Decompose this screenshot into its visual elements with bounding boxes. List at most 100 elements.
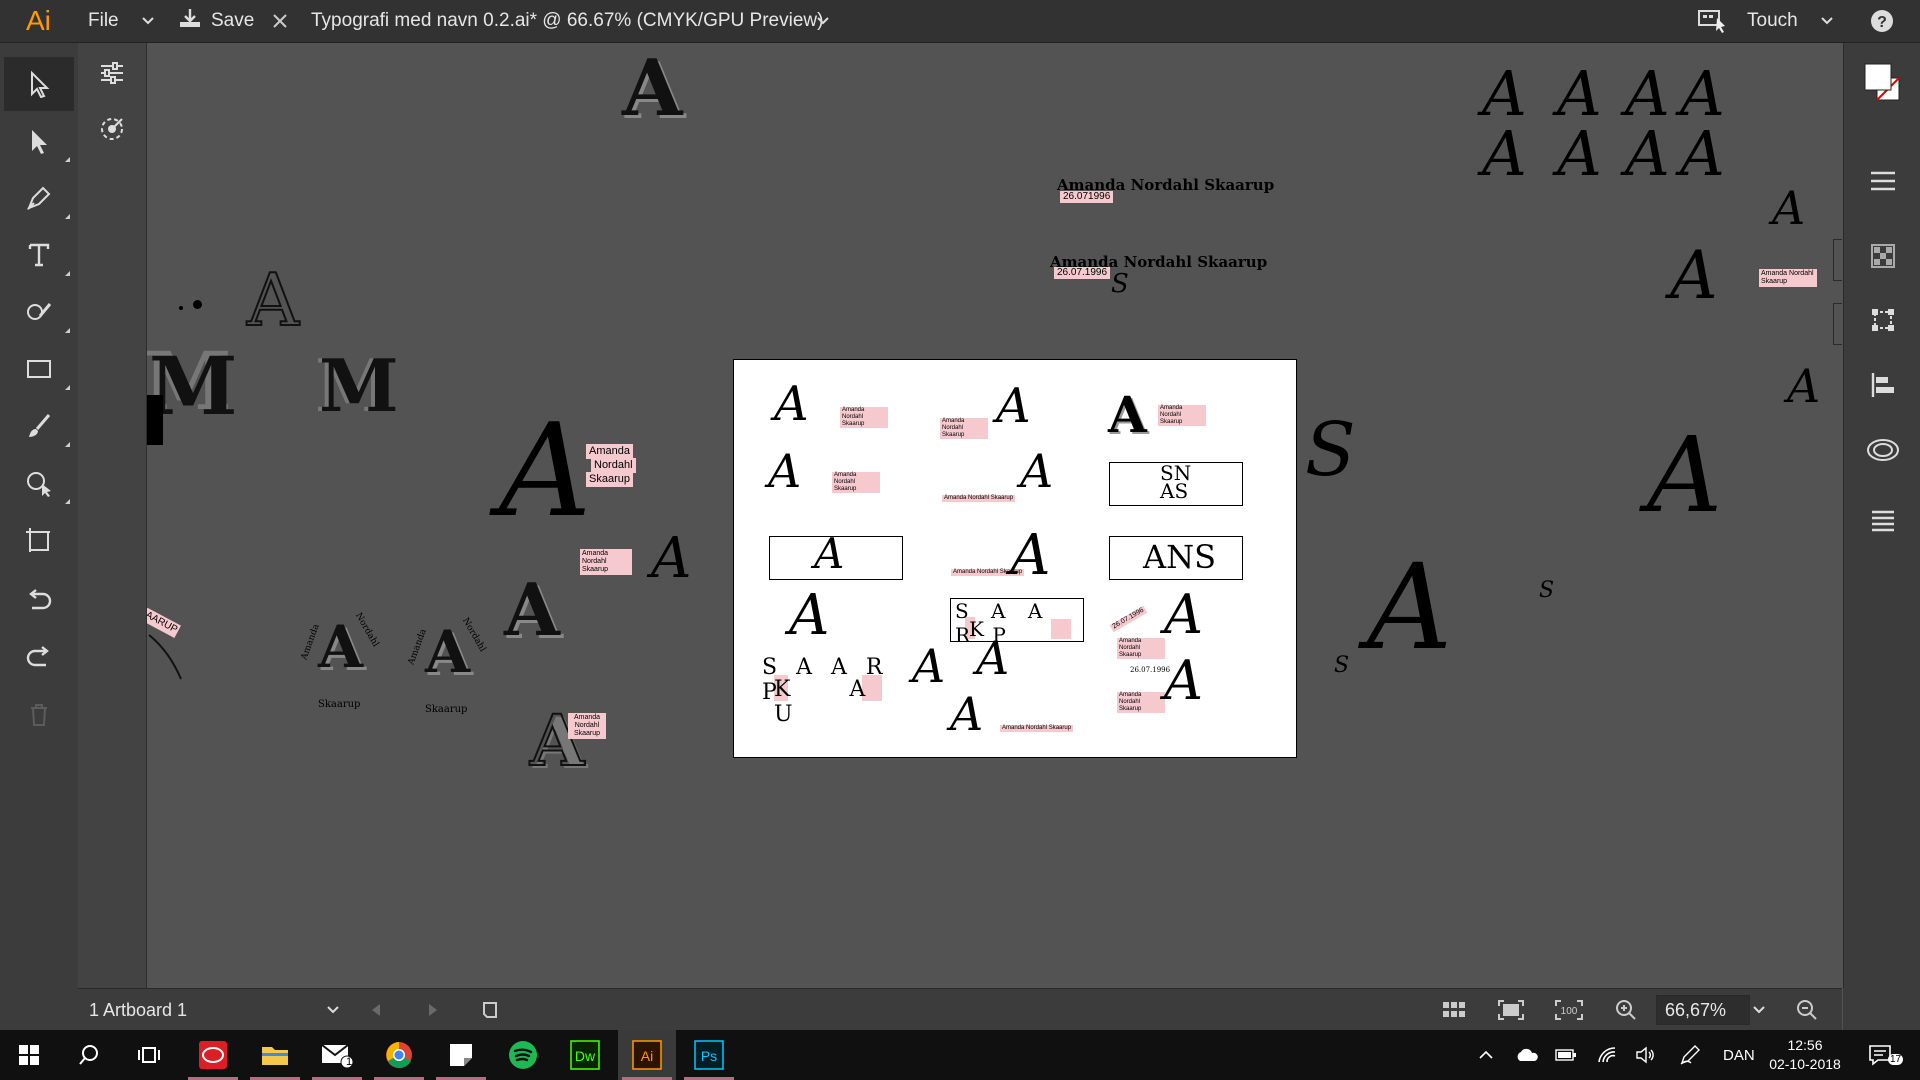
transparency-panel-button[interactable] xyxy=(1844,226,1920,286)
zoom-in-icon[interactable] xyxy=(1615,989,1637,1031)
paintbrush-tool[interactable] xyxy=(4,399,74,453)
ab-name-label[interactable]: Amanda Nordahl Skaarup xyxy=(942,495,1016,502)
redo-button[interactable] xyxy=(4,631,74,685)
ab-3d-a[interactable]: A xyxy=(1108,390,1147,440)
zoom-level-field[interactable]: 66,67% xyxy=(1656,995,1750,1025)
3d-letter-m[interactable]: M xyxy=(319,343,399,428)
creative-cloud-app[interactable] xyxy=(184,1030,242,1080)
ab-name-label[interactable]: Amanda Nordahl Skaarup xyxy=(832,472,880,493)
artboard-1[interactable]: A Amanda Nordahl Skaarup Amanda Nordahl … xyxy=(733,359,1297,758)
stacked-name-label[interactable]: Amanda Nordahl Skaarup xyxy=(568,713,606,740)
outline-letter-a[interactable]: A xyxy=(246,257,300,343)
name-label-skaarup[interactable]: Skaarup xyxy=(586,472,633,487)
pen-workspace-icon[interactable] xyxy=(1679,1030,1701,1080)
chevron-down-icon[interactable] xyxy=(1752,989,1766,1031)
chevron-down-icon[interactable] xyxy=(816,0,830,42)
script-monogram-a[interactable]: A xyxy=(1680,63,1725,125)
small-name-label[interactable]: Amanda Nordahl Skaarup xyxy=(580,549,632,576)
save-button[interactable]: Save xyxy=(178,0,254,42)
ab-scrambled-box[interactable]: S A A R P K A U xyxy=(950,598,1084,642)
shape-builder-tool[interactable] xyxy=(4,456,74,510)
wifi-icon[interactable] xyxy=(1597,1030,1617,1080)
name-label-amanda[interactable]: Amanda xyxy=(586,444,633,459)
show-hidden-icons[interactable] xyxy=(1478,1030,1494,1080)
ab-date-rotated[interactable]: 26.07.1996 xyxy=(1109,605,1148,633)
script-monogram-a[interactable]: A xyxy=(1772,185,1805,231)
script-monogram-a[interactable]: A xyxy=(1670,243,1718,309)
transform-panel-button[interactable] xyxy=(1844,290,1920,350)
ab-script-a[interactable]: A xyxy=(774,380,809,428)
ring-text-monogram[interactable]: A Amanda Nordahl Skaarup xyxy=(407,608,489,715)
start-button[interactable] xyxy=(0,1030,58,1080)
rectangle-tool[interactable] xyxy=(4,342,74,396)
zoom-out-icon[interactable] xyxy=(1796,989,1818,1031)
align-panel-button[interactable] xyxy=(1844,355,1920,415)
actual-size-icon[interactable]: 100 xyxy=(1555,989,1583,1031)
3d-letter-a[interactable]: A xyxy=(529,698,585,783)
fit-artboard-icon[interactable] xyxy=(1498,989,1524,1031)
ab-script-a[interactable]: A xyxy=(996,382,1031,430)
ab-ans-stacked-box[interactable]: SN AS xyxy=(1109,462,1243,506)
ab-name-label[interactable]: Amanda Nordahl Skaarup xyxy=(940,418,988,439)
type-tool[interactable] xyxy=(4,228,74,282)
ab-script-box[interactable]: A xyxy=(769,536,903,580)
script-monogram-a[interactable]: A xyxy=(1482,123,1527,185)
ab-name-label[interactable]: Amanda Nordahl Skaarup xyxy=(1158,405,1206,426)
chrome-app[interactable] xyxy=(370,1030,428,1080)
script-monogram-a[interactable]: A xyxy=(651,531,691,587)
creative-cloud-libraries-button[interactable] xyxy=(1844,419,1920,479)
volume-icon[interactable] xyxy=(1635,1030,1657,1080)
swash-s-small[interactable]: S xyxy=(1334,653,1349,678)
script-monogram-a[interactable]: A xyxy=(499,408,591,536)
stray-dot[interactable] xyxy=(193,300,202,309)
properties-panel-button[interactable] xyxy=(1844,151,1920,211)
document-tab-title[interactable]: Typografi med navn 0.2.ai* @ 66.67% (CMY… xyxy=(311,0,823,42)
battery-icon[interactable] xyxy=(1555,1030,1577,1080)
ab-name-label[interactable]: Amanda Nordahl Skaarup xyxy=(840,407,888,428)
3d-letter-a[interactable]: A xyxy=(622,43,683,134)
chevron-down-icon[interactable] xyxy=(141,0,155,42)
artboard-tool[interactable] xyxy=(4,513,74,567)
onedrive-icon[interactable] xyxy=(1515,1030,1539,1080)
script-monogram-a[interactable]: A xyxy=(1625,63,1670,125)
script-monogram-a[interactable]: A xyxy=(1787,363,1820,409)
script-monogram-a[interactable]: A xyxy=(1680,123,1725,185)
ab-script-a[interactable]: A xyxy=(912,643,945,689)
input-language[interactable]: DAN xyxy=(1723,1030,1755,1080)
ab-scrambled-free[interactable]: S A A R P K A U xyxy=(762,655,912,727)
photoshop-app[interactable]: Ps xyxy=(680,1030,738,1080)
canvas-area[interactable]: A A M M A Amanda Nordahl Skaarup Amanda … xyxy=(147,43,1842,988)
mail-app[interactable]: 1 xyxy=(308,1030,366,1080)
touch-workspace-icon[interactable] xyxy=(1697,0,1729,42)
ab-name-label[interactable]: Amanda Nordahl Skaarup xyxy=(1117,638,1165,659)
script-monogram-a[interactable]: A xyxy=(1557,63,1602,125)
artboard-selector[interactable]: 1 Artboard 1 xyxy=(89,989,187,1031)
ab-name-label[interactable]: Amanda Nordahl Skaarup xyxy=(1000,725,1074,732)
swash-s-small[interactable]: S xyxy=(1111,269,1129,299)
script-monogram-a[interactable]: A xyxy=(1482,63,1527,125)
script-monogram-a[interactable]: A xyxy=(1557,123,1602,185)
delete-button[interactable] xyxy=(4,688,74,742)
name-label-nordahl[interactable]: Nordahl xyxy=(591,458,636,473)
swash-s-small[interactable]: S xyxy=(1539,578,1554,603)
ring-text-monogram[interactable]: A Amanda Nordahl Skaarup xyxy=(300,603,382,710)
date-label[interactable]: 26.07.1996 xyxy=(1054,267,1111,279)
ab-ans-box[interactable]: ANS xyxy=(1109,536,1243,580)
ab-script-a[interactable]: A xyxy=(1164,654,1203,708)
chevron-down-icon[interactable] xyxy=(1820,0,1834,42)
arrange-documents-icon[interactable] xyxy=(1442,989,1466,1031)
ab-script-a[interactable]: A xyxy=(1164,588,1203,642)
ab-script-a[interactable]: A xyxy=(1010,528,1050,584)
direct-selection-tool[interactable] xyxy=(4,114,74,168)
script-monogram-a[interactable]: A xyxy=(1625,123,1670,185)
workspace-switcher[interactable]: Touch xyxy=(1747,0,1798,42)
properties-button[interactable] xyxy=(87,51,137,95)
ab-script-a[interactable]: A xyxy=(950,691,983,737)
date-label[interactable]: 26.071996 xyxy=(1060,191,1114,203)
sticky-notes-app[interactable] xyxy=(432,1030,490,1080)
ab-script-a[interactable]: A xyxy=(789,588,829,644)
task-view-button[interactable] xyxy=(120,1030,178,1080)
spotify-app[interactable] xyxy=(494,1030,552,1080)
layers-panel-button[interactable] xyxy=(1844,491,1920,551)
chevron-down-icon[interactable] xyxy=(326,989,340,1031)
